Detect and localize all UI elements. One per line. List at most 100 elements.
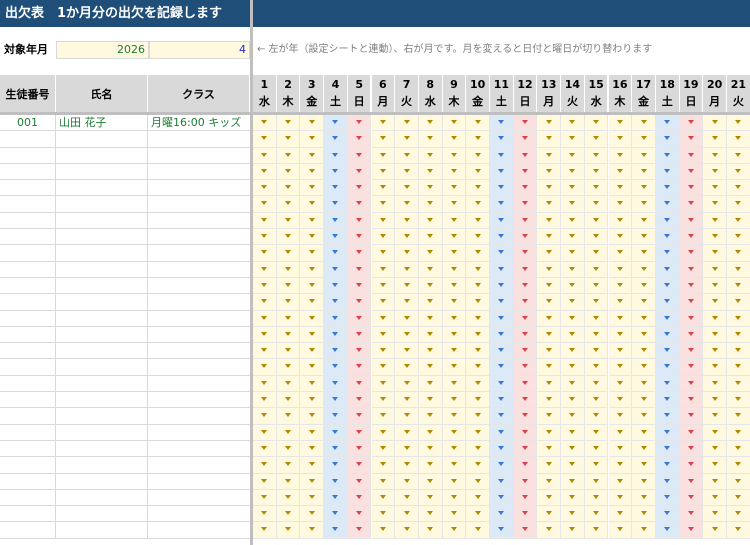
attendance-dropdown-cell[interactable] bbox=[490, 180, 514, 197]
attendance-dropdown-cell[interactable] bbox=[300, 522, 325, 539]
attendance-dropdown-cell[interactable] bbox=[561, 489, 585, 507]
student-id-cell[interactable] bbox=[0, 229, 56, 245]
attendance-dropdown-cell[interactable] bbox=[442, 440, 467, 458]
attendance-dropdown-cell[interactable] bbox=[324, 212, 348, 230]
attendance-dropdown-cell[interactable] bbox=[324, 180, 348, 197]
attendance-dropdown-cell[interactable] bbox=[347, 294, 372, 311]
attendance-dropdown-cell[interactable] bbox=[324, 473, 348, 490]
attendance-dropdown-cell[interactable] bbox=[442, 131, 467, 148]
attendance-dropdown-cell[interactable] bbox=[490, 326, 514, 344]
student-class-cell[interactable] bbox=[148, 343, 250, 358]
attendance-dropdown-cell[interactable] bbox=[561, 375, 585, 393]
attendance-dropdown-cell[interactable] bbox=[395, 310, 419, 327]
attendance-dropdown-cell[interactable] bbox=[513, 196, 538, 213]
attendance-dropdown-cell[interactable] bbox=[490, 212, 514, 230]
attendance-dropdown-cell[interactable] bbox=[679, 310, 704, 327]
attendance-dropdown-cell[interactable] bbox=[395, 375, 419, 393]
attendance-dropdown-cell[interactable] bbox=[347, 506, 372, 523]
attendance-dropdown-cell[interactable] bbox=[703, 196, 727, 213]
attendance-dropdown-cell[interactable] bbox=[276, 359, 301, 376]
attendance-dropdown-cell[interactable] bbox=[679, 180, 704, 197]
attendance-dropdown-cell[interactable] bbox=[679, 457, 704, 474]
attendance-dropdown-cell[interactable] bbox=[608, 489, 633, 507]
attendance-dropdown-cell[interactable] bbox=[537, 196, 562, 213]
attendance-dropdown-cell[interactable] bbox=[679, 440, 704, 458]
student-class-cell[interactable] bbox=[148, 522, 250, 537]
attendance-dropdown-cell[interactable] bbox=[513, 473, 538, 490]
attendance-dropdown-cell[interactable] bbox=[276, 212, 301, 230]
attendance-dropdown-cell[interactable] bbox=[537, 408, 562, 425]
day-column-header-13[interactable]: 13 月 bbox=[537, 75, 562, 112]
attendance-dropdown-cell[interactable] bbox=[561, 163, 585, 181]
attendance-dropdown-cell[interactable] bbox=[253, 522, 277, 539]
student-name-cell[interactable] bbox=[56, 245, 148, 261]
attendance-dropdown-cell[interactable] bbox=[490, 489, 514, 507]
attendance-dropdown-cell[interactable] bbox=[442, 196, 467, 213]
student-id-cell[interactable] bbox=[0, 294, 56, 310]
attendance-dropdown-cell[interactable] bbox=[371, 261, 396, 278]
attendance-dropdown-cell[interactable] bbox=[300, 147, 325, 164]
attendance-dropdown-cell[interactable] bbox=[347, 359, 372, 376]
attendance-dropdown-cell[interactable] bbox=[727, 229, 750, 246]
attendance-dropdown-cell[interactable] bbox=[608, 115, 633, 132]
attendance-dropdown-cell[interactable] bbox=[490, 375, 514, 393]
attendance-dropdown-cell[interactable] bbox=[347, 489, 372, 507]
attendance-dropdown-cell[interactable] bbox=[442, 277, 467, 295]
attendance-dropdown-cell[interactable] bbox=[513, 326, 538, 344]
attendance-dropdown-cell[interactable] bbox=[561, 196, 585, 213]
student-id-cell[interactable] bbox=[0, 326, 56, 343]
attendance-dropdown-cell[interactable] bbox=[655, 359, 680, 376]
attendance-dropdown-cell[interactable] bbox=[632, 131, 656, 148]
attendance-dropdown-cell[interactable] bbox=[395, 212, 419, 230]
attendance-dropdown-cell[interactable] bbox=[703, 489, 727, 507]
attendance-dropdown-cell[interactable] bbox=[513, 147, 538, 164]
attendance-dropdown-cell[interactable] bbox=[253, 212, 277, 230]
attendance-dropdown-cell[interactable] bbox=[513, 506, 538, 523]
attendance-dropdown-cell[interactable] bbox=[632, 245, 656, 262]
attendance-dropdown-cell[interactable] bbox=[418, 261, 443, 278]
attendance-dropdown-cell[interactable] bbox=[490, 277, 514, 295]
attendance-dropdown-cell[interactable] bbox=[537, 147, 562, 164]
attendance-dropdown-cell[interactable] bbox=[537, 212, 562, 230]
attendance-dropdown-cell[interactable] bbox=[466, 457, 490, 474]
attendance-dropdown-cell[interactable] bbox=[276, 180, 301, 197]
attendance-dropdown-cell[interactable] bbox=[395, 245, 419, 262]
student-id-cell[interactable] bbox=[0, 489, 56, 506]
attendance-dropdown-cell[interactable] bbox=[418, 440, 443, 458]
attendance-dropdown-cell[interactable] bbox=[466, 326, 490, 344]
attendance-dropdown-cell[interactable] bbox=[679, 326, 704, 344]
attendance-dropdown-cell[interactable] bbox=[727, 115, 750, 132]
attendance-dropdown-cell[interactable] bbox=[679, 196, 704, 213]
attendance-dropdown-cell[interactable] bbox=[442, 343, 467, 360]
attendance-dropdown-cell[interactable] bbox=[537, 294, 562, 311]
attendance-dropdown-cell[interactable] bbox=[679, 212, 704, 230]
attendance-dropdown-cell[interactable] bbox=[703, 375, 727, 393]
attendance-dropdown-cell[interactable] bbox=[371, 294, 396, 311]
attendance-dropdown-cell[interactable] bbox=[442, 212, 467, 230]
attendance-dropdown-cell[interactable] bbox=[513, 245, 538, 262]
attendance-dropdown-cell[interactable] bbox=[608, 473, 633, 490]
attendance-dropdown-cell[interactable] bbox=[395, 180, 419, 197]
attendance-dropdown-cell[interactable] bbox=[537, 261, 562, 278]
attendance-dropdown-cell[interactable] bbox=[490, 522, 514, 539]
attendance-dropdown-cell[interactable] bbox=[727, 489, 750, 507]
attendance-dropdown-cell[interactable] bbox=[679, 408, 704, 425]
attendance-dropdown-cell[interactable] bbox=[300, 277, 325, 295]
attendance-dropdown-cell[interactable] bbox=[679, 115, 704, 132]
student-id-cell[interactable] bbox=[0, 522, 56, 538]
attendance-dropdown-cell[interactable] bbox=[276, 506, 301, 523]
attendance-dropdown-cell[interactable] bbox=[679, 163, 704, 181]
attendance-dropdown-cell[interactable] bbox=[490, 359, 514, 376]
attendance-dropdown-cell[interactable] bbox=[253, 245, 277, 262]
attendance-dropdown-cell[interactable] bbox=[395, 277, 419, 295]
attendance-dropdown-cell[interactable] bbox=[253, 196, 277, 213]
attendance-dropdown-cell[interactable] bbox=[632, 277, 656, 295]
attendance-dropdown-cell[interactable] bbox=[727, 359, 750, 376]
attendance-dropdown-cell[interactable] bbox=[537, 229, 562, 246]
attendance-dropdown-cell[interactable] bbox=[371, 375, 396, 393]
attendance-dropdown-cell[interactable] bbox=[300, 375, 325, 393]
attendance-dropdown-cell[interactable] bbox=[727, 131, 750, 148]
attendance-dropdown-cell[interactable] bbox=[537, 489, 562, 507]
attendance-dropdown-cell[interactable] bbox=[418, 326, 443, 344]
attendance-dropdown-cell[interactable] bbox=[395, 473, 419, 490]
